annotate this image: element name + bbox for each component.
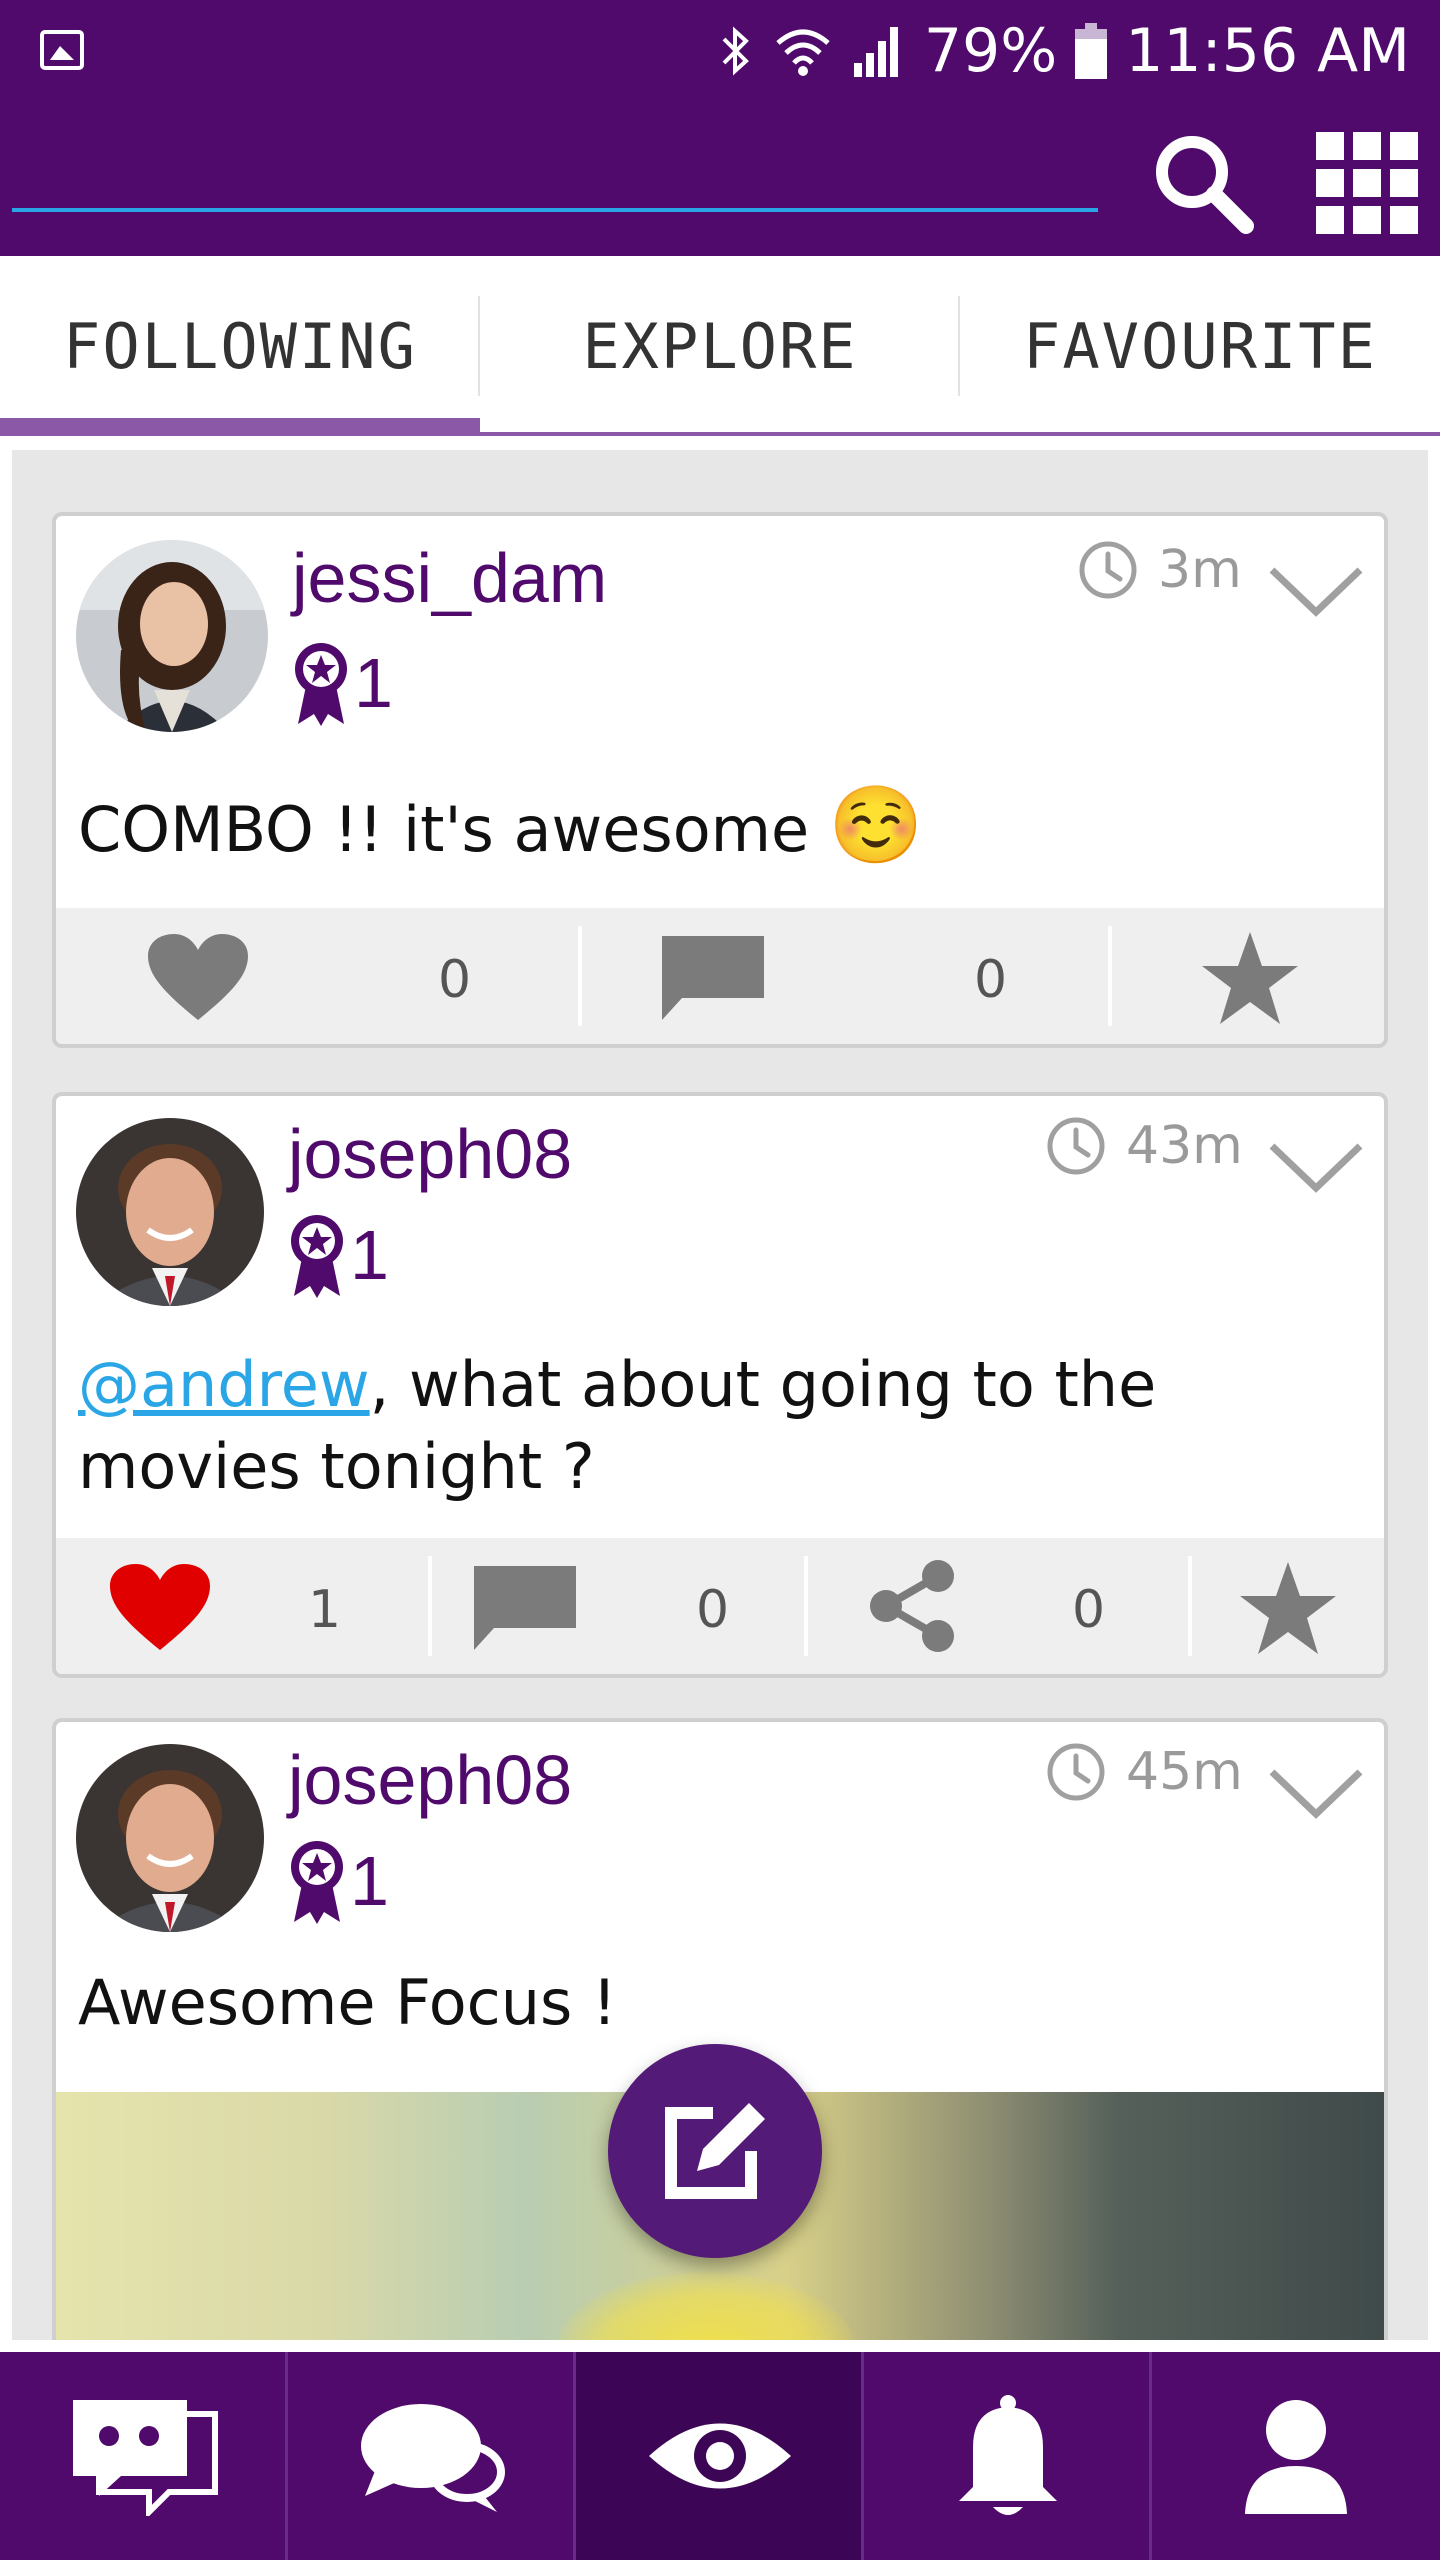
post-time: 43m (1046, 1116, 1243, 1176)
like-heart-icon[interactable] (108, 1562, 212, 1652)
grid-icon (1316, 132, 1418, 234)
tab-label: EXPLORE (582, 309, 858, 383)
tab-bar: FOLLOWING EXPLORE FAVOURITE (0, 256, 1440, 436)
smile-emoji-icon: ☺️ (828, 780, 924, 869)
post-actions: 1 0 0 (56, 1538, 1384, 1674)
post-text: @andrew, what about going to the movies … (78, 1348, 1157, 1503)
clock-icon (1079, 541, 1137, 599)
chat-bubbles-icon (361, 2404, 505, 2512)
tab-following[interactable]: FOLLOWING (0, 256, 480, 436)
tab-explore[interactable]: EXPLORE (480, 256, 960, 436)
battery-percent: 79% (923, 16, 1058, 86)
gallery-icon (40, 30, 84, 70)
nav-notifications[interactable] (864, 2352, 1152, 2560)
tab-indicator (0, 418, 480, 436)
battery-icon (1075, 23, 1108, 79)
search-input[interactable] (12, 142, 1098, 212)
like-count: 1 (308, 1580, 342, 1640)
award-ribbon-icon (295, 643, 347, 726)
post-text: COMBO !! it's awesome ☺️ (78, 780, 924, 869)
messenger-icon (73, 2400, 218, 2516)
star-icon[interactable] (1236, 1560, 1340, 1656)
award-ribbon-icon (291, 1841, 343, 1924)
post-time: 45m (1046, 1742, 1243, 1802)
status-bar: 79% 11:56 AM (0, 0, 1440, 102)
chevron-down-icon[interactable] (1266, 1762, 1366, 1822)
edit-icon (665, 2103, 765, 2199)
eye-icon (649, 2423, 791, 2489)
chevron-down-icon[interactable] (1266, 560, 1366, 620)
post-time-label: 3m (1158, 540, 1242, 600)
rank-badge: 1 (288, 1212, 389, 1298)
bottom-navigation (0, 2352, 1440, 2560)
nav-messenger[interactable] (0, 2352, 288, 2560)
clock-time: 11:56 AM (1125, 16, 1410, 86)
search-icon (1156, 136, 1254, 234)
profile-icon (1245, 2400, 1347, 2514)
comment-count: 0 (974, 950, 1008, 1010)
like-count: 0 (438, 950, 472, 1010)
comment-count: 0 (696, 1580, 730, 1640)
search-button[interactable] (1148, 128, 1258, 238)
post-username[interactable]: joseph08 (288, 1740, 572, 1820)
post-username[interactable]: jessi_dam (292, 538, 607, 618)
star-icon[interactable] (1198, 930, 1302, 1026)
tab-label: FOLLOWING (63, 309, 417, 383)
chevron-down-icon[interactable] (1266, 1136, 1366, 1196)
rank-badge: 1 (288, 1838, 389, 1924)
post-time: 3m (1078, 540, 1242, 600)
post-card: jessi_dam 1 3m COMBO !! it's awesome ☺️ (52, 512, 1388, 1048)
comment-icon[interactable] (470, 1562, 580, 1652)
wifi-icon (776, 29, 830, 76)
like-heart-icon[interactable] (146, 932, 250, 1022)
post-time-label: 45m (1126, 1742, 1243, 1802)
post-time-label: 43m (1126, 1116, 1243, 1176)
nav-explore[interactable] (576, 2352, 864, 2560)
compose-post-button[interactable] (608, 2044, 822, 2258)
avatar[interactable] (76, 1118, 264, 1306)
bell-icon (959, 2395, 1057, 2515)
post-text: Awesome Focus ! (78, 1966, 617, 2039)
tab-indicator (960, 432, 1440, 436)
nav-profile[interactable] (1152, 2352, 1440, 2560)
post-username[interactable]: joseph08 (288, 1114, 572, 1194)
app-bar (0, 102, 1440, 256)
nav-chats[interactable] (288, 2352, 576, 2560)
signal-icon (853, 27, 898, 77)
avatar[interactable] (76, 1744, 264, 1932)
action-divider (1108, 926, 1112, 1026)
tab-indicator (480, 432, 960, 436)
badge-count: 1 (354, 644, 393, 722)
apps-grid-button[interactable] (1312, 128, 1422, 238)
badge-count: 1 (350, 1842, 389, 1920)
bluetooth-icon (722, 26, 749, 76)
avatar[interactable] (76, 540, 268, 732)
mention-link[interactable]: @andrew (78, 1348, 370, 1421)
post-card: joseph08 1 43m @andrew, what about going… (52, 1092, 1388, 1678)
action-divider (578, 926, 582, 1026)
action-divider (804, 1556, 808, 1656)
award-ribbon-icon (291, 1215, 343, 1298)
action-divider (1188, 1556, 1192, 1656)
clock-icon (1047, 1743, 1105, 1801)
rank-badge: 1 (292, 640, 393, 726)
share-count: 0 (1072, 1580, 1106, 1640)
badge-count: 1 (350, 1216, 389, 1294)
action-divider (428, 1556, 432, 1656)
tab-label: FAVOURITE (1023, 309, 1377, 383)
post-actions: 0 0 (56, 908, 1384, 1044)
comment-icon[interactable] (658, 932, 768, 1022)
share-icon[interactable] (864, 1558, 960, 1654)
clock-icon (1047, 1117, 1105, 1175)
tab-favourite[interactable]: FAVOURITE (960, 256, 1440, 436)
